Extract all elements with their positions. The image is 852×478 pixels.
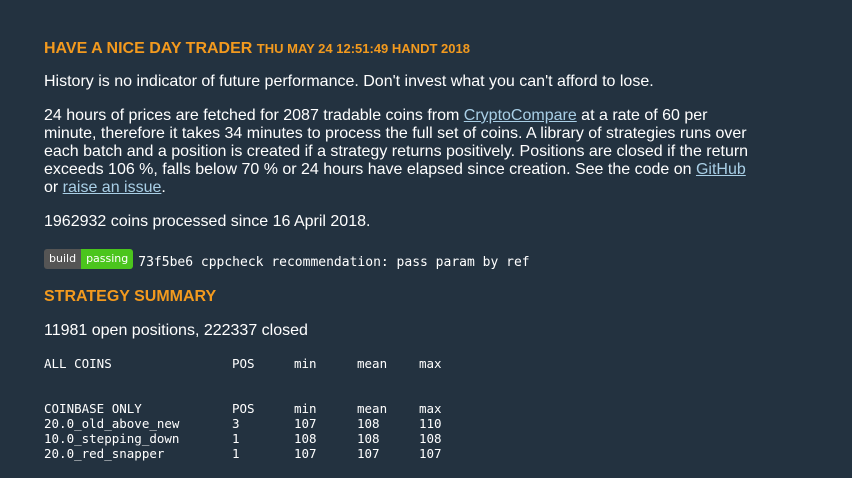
description-part1: 24 hours of prices are fetched for 2087 … [44, 107, 464, 124]
raise-issue-link[interactable]: raise an issue [63, 179, 162, 196]
title-date: THU MAY 24 12:51:49 HANDT 2018 [256, 41, 470, 56]
pos-cell: 1 [232, 431, 240, 446]
table-row: 20.0_red_snapper 1 107 107 107 [44, 446, 459, 461]
coinbase-only-table: COINBASE ONLY POS min mean max 20.0_old_above… [44, 401, 459, 461]
header-cell: min [294, 356, 317, 371]
min-cell: 107 [294, 446, 317, 461]
header-cell: max [419, 356, 442, 371]
strategy-name-cell: 20.0_red_snapper [44, 446, 165, 461]
github-link[interactable]: GitHub [696, 161, 746, 178]
description-part4: . [161, 179, 166, 196]
header-cell: POS [232, 356, 255, 371]
mean-cell: 107 [357, 446, 380, 461]
header-cell: mean [357, 356, 388, 371]
build-row: build passing 73f5be6 cppcheck recommend… [44, 249, 530, 270]
header-cell: ALL COINS [44, 356, 112, 371]
header-cell: mean [357, 401, 388, 416]
table-row: 20.0_old_above_new 3 107 108 110 [44, 416, 459, 431]
strategy-name-cell: 10.0_stepping_down [44, 431, 180, 446]
description: 24 hours of prices are fetched for 2087 … [44, 107, 754, 197]
header-cell: COINBASE ONLY [44, 401, 142, 416]
max-cell: 107 [419, 446, 442, 461]
processed-count: 1962932 coins processed since 16 April 2… [44, 213, 371, 230]
pos-cell: 1 [232, 446, 240, 461]
pos-cell: 3 [232, 416, 240, 431]
all-coins-table: ALL COINS POS min mean max [44, 356, 459, 371]
mean-cell: 108 [357, 431, 380, 446]
strategy-name-cell: 20.0_old_above_new [44, 416, 180, 431]
badge-label: build [44, 249, 82, 269]
min-cell: 108 [294, 431, 317, 446]
build-status-badge[interactable]: build passing [44, 249, 134, 269]
max-cell: 110 [419, 416, 442, 431]
disclaimer: History is no indicator of future perfor… [44, 73, 654, 90]
table-header-row: ALL COINS POS min mean max [44, 356, 459, 371]
header-cell: POS [232, 401, 255, 416]
header-cell: min [294, 401, 317, 416]
page-title: HAVE A NICE DAY TRADER THU MAY 24 12:51:… [44, 40, 470, 58]
description-part3: or [44, 179, 63, 196]
commit-message: 73f5be6 cppcheck recommendation: pass pa… [138, 255, 530, 270]
table-row: 10.0_stepping_down 1 108 108 108 [44, 431, 459, 446]
table-header-row: COINBASE ONLY POS min mean max [44, 401, 459, 416]
mean-cell: 108 [357, 416, 380, 431]
min-cell: 107 [294, 416, 317, 431]
max-cell: 108 [419, 431, 442, 446]
strategy-summary-heading: STRATEGY SUMMARY [44, 288, 217, 305]
title-text: HAVE A NICE DAY TRADER [44, 40, 253, 57]
header-cell: max [419, 401, 442, 416]
badge-status: passing [81, 249, 134, 269]
positions-summary: 11981 open positions, 222337 closed [44, 322, 308, 339]
cryptocompare-link[interactable]: CryptoCompare [464, 107, 577, 124]
